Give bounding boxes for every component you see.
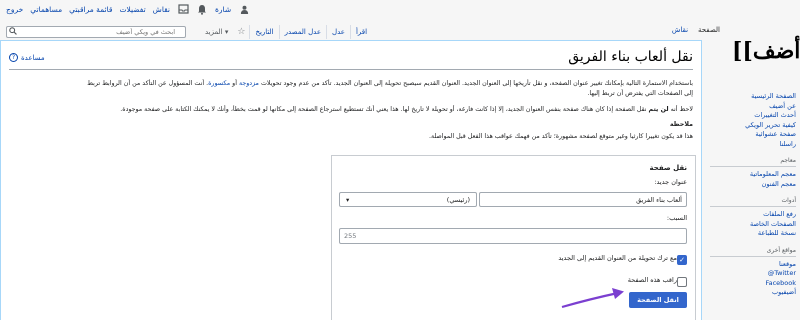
note-text-a: لاحظ أنه xyxy=(668,106,693,113)
search-icon[interactable] xyxy=(7,27,19,37)
sidebar-heading-tools: أدوات xyxy=(710,197,796,207)
notice-text: هذا قد يكون تغييرا كارثيا وغير متوقع لصف… xyxy=(428,133,693,140)
tab-edit-source[interactable]: عدل المصدر xyxy=(278,25,326,39)
intro-text-a: باستخدام الاستمارة التالية بإمكانك تغيير… xyxy=(258,80,693,87)
personal-item-logout[interactable]: خروج xyxy=(6,5,23,14)
more-menu[interactable]: المزيد ▾ xyxy=(200,28,233,36)
chevron-down-icon: ▾ xyxy=(224,28,229,36)
broken-redirects-link[interactable]: مكسورة xyxy=(208,80,230,87)
sidebar-item-youtube[interactable]: أضيفيوب xyxy=(700,288,796,298)
notice-heading: ملاحظة xyxy=(669,121,693,128)
tab-history[interactable]: التاريخ xyxy=(249,25,278,39)
sidebar-item-our-site[interactable]: موقعنا xyxy=(700,260,796,270)
help-link[interactable]: ? مساعدة xyxy=(9,53,45,62)
tray-icon[interactable] xyxy=(177,3,189,15)
search-box xyxy=(6,26,186,38)
move-page-button[interactable]: انقل الصفحة xyxy=(629,292,687,308)
help-label: مساعدة xyxy=(21,53,45,62)
leave-redirect-checkbox[interactable]: ✓ xyxy=(677,255,687,265)
watch-page-checkbox[interactable] xyxy=(677,277,687,287)
annotation-arrow-icon xyxy=(561,288,624,309)
sidebar-item-upload[interactable]: رفع الملفات xyxy=(700,210,796,220)
namespace-tabs: الصفحة نقاش xyxy=(660,26,720,40)
sidebar-tools: أدوات رفع الملفات الصفحات الخاصة نسخة لل… xyxy=(700,197,796,239)
sidebar-item-facebook[interactable]: Facebook xyxy=(700,279,796,289)
checkmark-icon: ✓ xyxy=(679,256,685,264)
page-title: نقل ألعاب بناء الفريق xyxy=(568,49,693,65)
namespace-select[interactable]: (رئيسي) ▾ xyxy=(339,192,477,207)
bell-icon[interactable] xyxy=(196,3,208,15)
sidebar-other-sites: مواقع أخرى موقعنا Twitter@ Facebook أضيف… xyxy=(700,247,796,298)
view-tabs: اقرأ عدل عدل المصدر التاريخ ☆ المزيد ▾ xyxy=(200,24,372,40)
sidebar-item-special-pages[interactable]: الصفحات الخاصة xyxy=(700,220,796,230)
personal-item-watchlist[interactable]: قائمة مراقبتي xyxy=(69,5,112,14)
sidebar-item-main-page[interactable]: الصفحة الرئيسية xyxy=(700,92,796,102)
tab-talk[interactable]: نقاش xyxy=(672,26,688,40)
move-page-form: نقل صفحة عنوان جديد: ألعاب بناء الفريق (… xyxy=(331,155,696,320)
intro-text-c: . أنت المسؤول عن التأكد من أن الروابط تر… xyxy=(87,80,209,87)
sidebar-item-how-to-edit[interactable]: كيفية تحرير الويكي xyxy=(700,121,796,131)
site-logo[interactable]: [[أضف]] xyxy=(732,34,800,68)
sidebar-item-random[interactable]: صفحة عشوائية xyxy=(700,130,796,140)
search-input[interactable] xyxy=(19,28,179,36)
sidebar-glossaries: معاجم معجم المعلوماتية معجم الفنون xyxy=(700,157,796,189)
tab-read[interactable]: اقرأ xyxy=(349,25,372,39)
reason-label: السبب: xyxy=(666,214,687,222)
help-icon: ? xyxy=(9,53,18,62)
sidebar-heading-other: مواقع أخرى xyxy=(710,247,796,257)
namespace-value: (رئيسي) xyxy=(446,195,470,204)
double-redirects-link[interactable]: مزدوجة xyxy=(239,80,259,87)
sidebar-item-about[interactable]: عن أضيف xyxy=(700,102,796,112)
sidebar-item-arts-glossary[interactable]: معجم الفنون xyxy=(700,180,796,190)
form-legend: نقل صفحة xyxy=(649,164,687,172)
new-title-label: عنوان جديد: xyxy=(654,178,687,186)
sidebar-item-it-glossary[interactable]: معجم المعلوماتية xyxy=(700,170,796,180)
reason-char-limit: 255 xyxy=(344,232,357,240)
intro-paragraph-line-2: إلى الصفحات التي يفترض أن تربط إليها. xyxy=(587,90,693,97)
user-icon xyxy=(238,3,250,15)
personal-item-talk[interactable]: نقاش xyxy=(153,5,170,14)
watch-page-label[interactable]: راقب هذه الصفحة xyxy=(628,276,677,284)
tab-page[interactable]: الصفحة xyxy=(698,26,720,40)
sidebar-item-recent-changes[interactable]: أحدث التغييرات xyxy=(700,111,796,121)
sidebar-item-print[interactable]: نسخة للطباعة xyxy=(700,229,796,239)
new-title-input[interactable]: ألعاب بناء الفريق xyxy=(479,192,687,207)
chevron-down-icon: ▾ xyxy=(346,195,350,204)
intro-text-b: أو xyxy=(230,80,239,87)
note-paragraph: لاحظ أنه لن يتم نقل الصفحة إذا كان هناك … xyxy=(9,105,693,115)
sidebar-navigation: الصفحة الرئيسية عن أضيف أحدث التغييرات ك… xyxy=(700,92,796,149)
sidebar-item-contact[interactable]: راسلنا xyxy=(700,140,797,150)
personal-item-contributions[interactable]: مساهماتي xyxy=(30,5,62,14)
sidebar-item-twitter[interactable]: Twitter@ xyxy=(700,269,796,279)
sidebar-heading-glossaries: معاجم xyxy=(710,157,796,167)
new-title-value: ألعاب بناء الفريق xyxy=(636,195,682,204)
intro-paragraph-line-1: باستخدام الاستمارة التالية بإمكانك تغيير… xyxy=(9,79,693,89)
more-label: المزيد xyxy=(205,28,223,36)
sidebar: الصفحة الرئيسية عن أضيف أحدث التغييرات ك… xyxy=(700,92,796,306)
tab-edit[interactable]: عدل xyxy=(326,25,350,39)
personal-toolbar: شارة نقاش تفضيلات قائمة مراقبتي مساهماتي… xyxy=(6,2,406,16)
content-area: نقل ألعاب بناء الفريق ? مساعدة باستخدام … xyxy=(0,40,702,320)
note-bold: لن يتم xyxy=(648,106,669,113)
leave-redirect-label[interactable]: مع ترك تحويلة من العنوان القديم إلى الجد… xyxy=(558,254,677,262)
watch-star-icon[interactable]: ☆ xyxy=(233,27,249,37)
reason-input[interactable]: 255 xyxy=(339,228,687,244)
personal-item-user[interactable]: شارة xyxy=(215,5,231,14)
note-text-b: نقل الصفحة إذا كان هناك صفحة بنفس العنوا… xyxy=(120,106,649,113)
title-divider xyxy=(9,69,693,70)
personal-item-preferences[interactable]: تفضيلات xyxy=(119,5,145,14)
